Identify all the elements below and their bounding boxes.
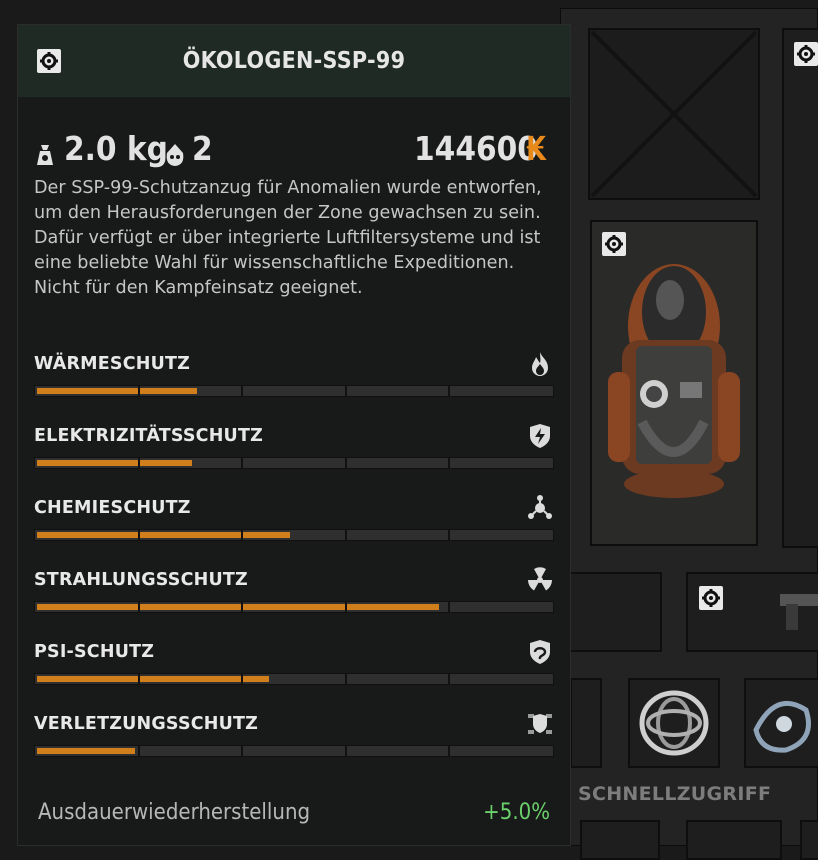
slots-value: 2 [192, 129, 213, 168]
stamina-regen-value: +5.0% [483, 800, 550, 825]
stat-label: CHEMIESCHUTZ [34, 498, 191, 518]
stat-bar-divider [345, 458, 347, 468]
stat-bar-divider [448, 602, 450, 612]
gear-icon [797, 45, 815, 63]
lightning-shield-icon [526, 422, 554, 450]
stat-row: STRAHLUNGSSCHUTZ [34, 567, 554, 630]
price-value: 144600 [414, 129, 538, 168]
stat-bar-fill [37, 604, 439, 610]
stat-row: ELEKTRIZITÄTSSCHUTZ [34, 424, 554, 486]
settings-gear-button[interactable] [794, 42, 818, 66]
settings-gear-button[interactable] [602, 232, 626, 256]
stat-bar-divider [138, 674, 140, 684]
stat-bar-fill [37, 460, 192, 466]
stat-bar [34, 529, 554, 541]
stat-bar-divider [345, 674, 347, 684]
chemical-icon [526, 494, 554, 522]
artifact-image [639, 690, 709, 756]
stat-bar [34, 385, 554, 397]
settings-gear-button[interactable] [699, 586, 723, 610]
stat-label: PSI-SCHUTZ [34, 642, 155, 662]
stat-bar-divider [241, 530, 243, 540]
stat-row: WÄRMESCHUTZ [34, 352, 554, 414]
quick-slot-2[interactable] [686, 820, 782, 860]
stat-bar-divider [448, 386, 450, 396]
item-title: ÖKOLOGEN-SSP-99 [182, 48, 406, 74]
stat-bar-divider [138, 458, 140, 468]
stat-bar-divider [345, 530, 347, 540]
stat-bar-divider [448, 746, 450, 756]
item-description: Der SSP-99-Schutzanzug für Anomalien wur… [34, 178, 542, 298]
stat-bar-divider [138, 746, 140, 756]
stat-row: CHEMIESCHUTZ [34, 495, 554, 558]
artifact-slot-1[interactable] [570, 678, 602, 768]
radiation-icon [526, 566, 554, 594]
empty-slot-cross-icon [590, 30, 758, 198]
stat-bar-divider [448, 674, 450, 684]
equipment-slot-left[interactable] [560, 572, 662, 652]
pistol-image [780, 594, 818, 630]
stat-row: PSI-SCHUTZ [34, 640, 554, 702]
psi-shield-icon [526, 638, 554, 666]
stat-bar [34, 745, 554, 757]
equipment-slot-right-top[interactable] [782, 28, 818, 548]
suit-image [608, 264, 740, 498]
stat-bar-fill [37, 676, 269, 682]
stat-bar-divider [241, 674, 243, 684]
stat-bar-fill [37, 532, 290, 538]
stat-bar-fill [37, 388, 197, 394]
weight-value: 2.0 kg [64, 129, 168, 168]
gear-icon [605, 235, 623, 253]
stat-bar-divider [138, 602, 140, 612]
armor-shield-icon [526, 710, 554, 738]
item-tooltip: ÖKOLOGEN-SSP-99 2.0 kg 2 144600 ₭ Der SS… [17, 24, 571, 846]
stamina-regen-label: Ausdauerwiederherstellung [38, 800, 311, 825]
stat-label: VERLETZUNGSSCHUTZ [34, 714, 259, 734]
stat-bar-divider [241, 458, 243, 468]
stat-bar-fill [37, 748, 135, 754]
stat-bar-divider [138, 530, 140, 540]
empty-equipment-slot[interactable] [588, 28, 760, 200]
stat-bar-divider [345, 386, 347, 396]
stat-label: STRAHLUNGSSCHUTZ [34, 570, 248, 590]
stat-bar-divider [241, 386, 243, 396]
weapon-slot[interactable] [686, 572, 818, 652]
stat-bar [34, 673, 554, 685]
gear-icon [702, 589, 720, 607]
stat-label: WÄRMESCHUTZ [34, 354, 191, 374]
quick-slot-1[interactable] [580, 820, 660, 860]
weight-icon [37, 145, 53, 165]
stat-bar-divider [241, 746, 243, 756]
stat-label: ELEKTRIZITÄTSSCHUTZ [34, 426, 263, 446]
artifact-image [753, 700, 811, 753]
stat-bar [34, 457, 554, 469]
stat-bar-divider [448, 530, 450, 540]
quick-slot-3[interactable] [800, 820, 818, 860]
stat-bar-divider [345, 602, 347, 612]
stat-bar-divider [241, 602, 243, 612]
stat-bar-divider [138, 386, 140, 396]
artifact-slot-3[interactable] [744, 678, 818, 768]
suit-equipment-slot[interactable] [590, 220, 758, 546]
backpack-slot-icon [166, 144, 184, 166]
stat-bar [34, 601, 554, 613]
quick-access-label: SCHNELLZUGRIFF [578, 783, 772, 805]
price-info: 144600 ₭ [408, 129, 558, 173]
stat-row: VERLETZUNGSSCHUTZ [34, 714, 554, 774]
artifact-slot-2[interactable] [628, 678, 720, 768]
flame-icon [526, 350, 554, 378]
stat-bar-divider [345, 746, 347, 756]
stat-bar-divider [448, 458, 450, 468]
currency-icon: ₭ [526, 129, 547, 168]
